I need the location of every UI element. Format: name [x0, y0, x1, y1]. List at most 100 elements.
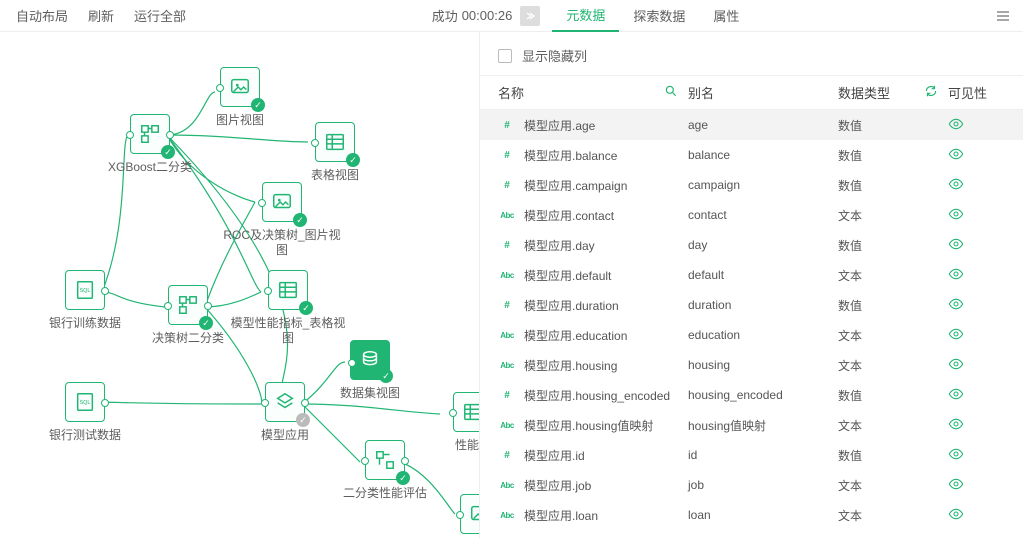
metadata-panel: 显示隐藏列 名称 别名 数据类型 可见性 #模型应用.ageage数值#模型应用…: [480, 32, 1023, 538]
top-toolbar: 自动布局 刷新 运行全部 成功 00:00:26 元数据 探索数据 属性: [0, 0, 1023, 32]
column-name: 模型应用.housing: [524, 357, 617, 374]
col-header-alias: 别名: [688, 83, 838, 102]
auto-layout-button[interactable]: 自动布局: [6, 0, 78, 31]
number-type-icon: #: [498, 300, 516, 311]
column-name: 模型应用.housing值映射: [524, 417, 653, 434]
tab-properties[interactable]: 属性: [699, 0, 753, 32]
column-name: 模型应用.balance: [524, 147, 617, 164]
column-type: 文本: [838, 267, 948, 284]
column-type: 文本: [838, 357, 948, 374]
visibility-eye-icon[interactable]: [948, 386, 964, 402]
visibility-eye-icon[interactable]: [948, 116, 964, 132]
node-binary-eval[interactable]: ✓ 二分类性能评估: [340, 440, 430, 501]
column-alias: day: [688, 238, 838, 252]
node-dataset-view[interactable]: ✓ 数据集视图: [325, 340, 415, 401]
node-image-view[interactable]: ✓ 图片视图: [195, 67, 285, 128]
node-label: ROC及决策树_图片视图: [222, 228, 342, 258]
node-label: 二分类性能评估: [325, 486, 445, 501]
node-roc-partial[interactable]: ROC: [435, 494, 480, 538]
table-row[interactable]: Abc模型应用.defaultdefault文本: [480, 260, 1023, 290]
node-roc-image-view[interactable]: ✓ ROC及决策树_图片视图: [237, 182, 327, 258]
node-label: 表格视图: [275, 168, 395, 183]
search-icon[interactable]: [664, 84, 678, 101]
table-row[interactable]: Abc模型应用.contactcontact文本: [480, 200, 1023, 230]
column-name: 模型应用.day: [524, 237, 595, 254]
visibility-eye-icon[interactable]: [948, 236, 964, 252]
column-alias: job: [688, 478, 838, 492]
column-type: 文本: [838, 477, 948, 494]
refresh-button[interactable]: 刷新: [78, 0, 124, 31]
show-hidden-label: 显示隐藏列: [522, 46, 587, 65]
node-label: XGBoost二分类: [90, 160, 210, 175]
visibility-eye-icon[interactable]: [948, 296, 964, 312]
node-label: 银行训练数据: [25, 316, 145, 331]
visibility-eye-icon[interactable]: [948, 356, 964, 372]
column-alias: education: [688, 328, 838, 342]
node-train-data[interactable]: SQL 银行训练数据: [40, 270, 130, 331]
list-options-icon[interactable]: [989, 8, 1017, 24]
workflow-canvas[interactable]: ✓ 图片视图 ✓ XGBoost二分类 ✓ 表格视图: [0, 32, 480, 538]
node-label: 图片视图: [180, 113, 300, 128]
node-decision-tree[interactable]: ✓ 决策树二分类: [143, 285, 233, 346]
table-row[interactable]: #模型应用.balancebalance数值: [480, 140, 1023, 170]
visibility-eye-icon[interactable]: [948, 446, 964, 462]
number-type-icon: #: [498, 240, 516, 251]
column-alias: housing: [688, 358, 838, 372]
show-hidden-checkbox[interactable]: [498, 49, 512, 63]
status-label: 成功: [432, 6, 458, 25]
table-row[interactable]: Abc模型应用.jobjob文本: [480, 470, 1023, 500]
table-row[interactable]: #模型应用.ageage数值: [480, 110, 1023, 140]
column-name: 模型应用.id: [524, 447, 585, 464]
col-header-name: 名称: [498, 83, 524, 102]
column-alias: id: [688, 448, 838, 462]
node-label: 模型应用: [225, 428, 345, 443]
node-xgboost[interactable]: ✓ XGBoost二分类: [105, 114, 195, 175]
svg-text:SQL: SQL: [79, 288, 90, 294]
table-row[interactable]: # 模型应用.day day数值: [480, 230, 1023, 260]
refresh-types-icon[interactable]: [924, 84, 938, 101]
column-alias: default: [688, 268, 838, 282]
visibility-eye-icon[interactable]: [948, 326, 964, 342]
tab-explore-data[interactable]: 探索数据: [619, 0, 699, 32]
column-type: 数值: [838, 237, 948, 254]
node-perf-metrics-partial[interactable]: 性能指: [428, 392, 480, 453]
column-name: 模型应用.age: [524, 117, 595, 134]
table-row[interactable]: #模型应用.idid数值: [480, 440, 1023, 470]
table-row[interactable]: Abc模型应用.housing值映射housing值映射文本: [480, 410, 1023, 440]
visibility-eye-icon[interactable]: [948, 416, 964, 432]
run-all-button[interactable]: 运行全部: [124, 0, 196, 31]
visibility-eye-icon[interactable]: [948, 176, 964, 192]
column-alias: balance: [688, 148, 838, 162]
visibility-eye-icon[interactable]: [948, 146, 964, 162]
columns-table-body[interactable]: #模型应用.ageage数值#模型应用.balancebalance数值#模型应…: [480, 110, 1023, 538]
text-type-icon: Abc: [498, 511, 516, 520]
column-name: 模型应用.contact: [524, 207, 614, 224]
number-type-icon: #: [498, 180, 516, 191]
column-alias: campaign: [688, 178, 838, 192]
column-name: 模型应用.default: [524, 267, 611, 284]
columns-table-header: 名称 别名 数据类型 可见性: [480, 76, 1023, 110]
tab-metadata[interactable]: 元数据: [552, 0, 619, 32]
collapse-panel-button[interactable]: [520, 6, 540, 26]
node-label: 银行测试数据: [25, 428, 145, 443]
column-name: 模型应用.housing_encoded: [524, 387, 670, 404]
node-table-view[interactable]: ✓ 表格视图: [290, 122, 380, 183]
table-row[interactable]: Abc模型应用.educationeducation文本: [480, 320, 1023, 350]
node-perf-table-view[interactable]: ✓ 模型性能指标_表格视图: [243, 270, 333, 346]
column-type: 文本: [838, 327, 948, 344]
visibility-eye-icon[interactable]: [948, 506, 964, 522]
column-alias: loan: [688, 508, 838, 522]
table-row[interactable]: #模型应用.campaigncampaign数值: [480, 170, 1023, 200]
table-row[interactable]: #模型应用.durationduration数值: [480, 290, 1023, 320]
visibility-eye-icon[interactable]: [948, 266, 964, 282]
visibility-eye-icon[interactable]: [948, 206, 964, 222]
table-row[interactable]: #模型应用.housing_encodedhousing_encoded数值: [480, 380, 1023, 410]
table-row[interactable]: Abc模型应用.loanloan文本: [480, 500, 1023, 530]
table-row[interactable]: Abc模型应用.housinghousing文本: [480, 350, 1023, 380]
text-type-icon: Abc: [498, 421, 516, 430]
column-type: 数值: [838, 447, 948, 464]
node-test-data[interactable]: SQL 银行测试数据: [40, 382, 130, 443]
visibility-eye-icon[interactable]: [948, 476, 964, 492]
node-label: 数据集视图: [310, 386, 430, 401]
number-type-icon: #: [498, 390, 516, 401]
